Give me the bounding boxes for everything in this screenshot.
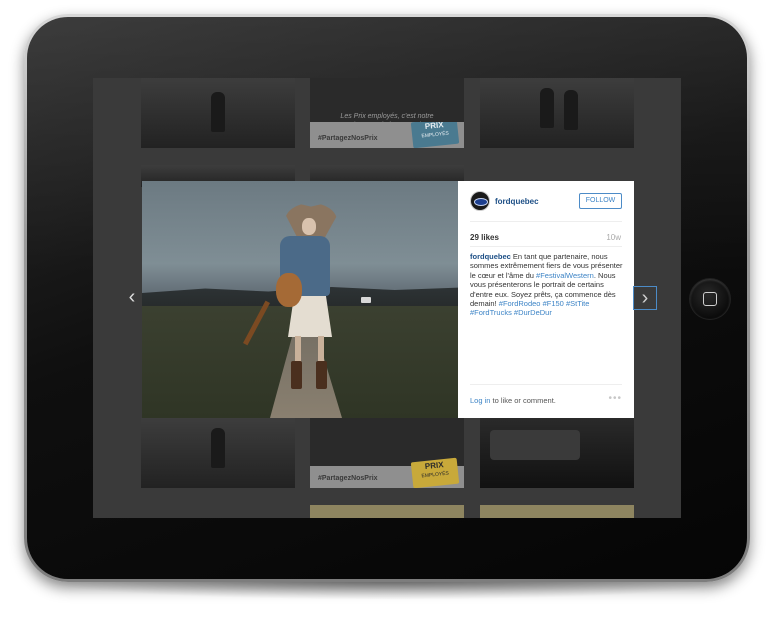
avatar[interactable] xyxy=(470,191,490,211)
prix-badge-label: PRIX xyxy=(424,460,444,471)
prix-badge-label: PRIX xyxy=(424,122,444,131)
home-square-icon xyxy=(703,292,717,306)
grid-tile[interactable] xyxy=(480,78,634,148)
prix-badge: PRIX EMPLOYÉS xyxy=(410,122,460,148)
grid-tile[interactable]: #PartagezNosPrix PRIX EMPLOYÉS xyxy=(310,418,464,488)
woman-face xyxy=(302,218,316,235)
figure-silhouette xyxy=(564,90,578,130)
tile-hashtag: #PartagezNosPrix xyxy=(318,475,378,482)
follow-button[interactable]: FOLLOW xyxy=(579,193,622,209)
hashtag-link[interactable]: #F150 xyxy=(543,299,564,308)
hashtag-link[interactable]: #DurDeDur xyxy=(514,308,552,317)
chevron-right-icon[interactable]: › xyxy=(633,286,657,310)
grid-tile[interactable] xyxy=(480,505,634,518)
hashtag-link[interactable]: #StTite xyxy=(566,299,589,308)
prix-badge-sub: EMPLOYÉS xyxy=(421,470,450,480)
photo-truck xyxy=(361,297,371,303)
post-caption: fordquebec En tant que partenaire, nous … xyxy=(470,252,624,318)
grid-tile[interactable] xyxy=(141,418,295,488)
hashtag-link[interactable]: #FordTrucks xyxy=(470,308,512,317)
post-username[interactable]: fordquebec xyxy=(495,197,539,206)
hashtag-link[interactable]: #FestivalWestern xyxy=(536,271,594,280)
figure-silhouette xyxy=(211,428,225,468)
truck-grille xyxy=(490,430,580,460)
prix-badge-sub: EMPLOYÉS xyxy=(421,130,450,140)
divider xyxy=(470,246,622,247)
tile-hashtag: #PartagezNosPrix xyxy=(318,135,378,142)
chevron-left-icon[interactable]: ‹ xyxy=(120,286,144,310)
guitar xyxy=(276,273,302,307)
cowboy-boot xyxy=(316,361,327,389)
grid-tile[interactable]: #PartagezNosPrix PRIX EMPLOYÉS xyxy=(310,122,464,148)
figure-silhouette xyxy=(540,88,554,128)
likes-count: 29 likes xyxy=(470,233,499,242)
more-dots-icon[interactable]: ••• xyxy=(608,394,622,404)
caption-username[interactable]: fordquebec xyxy=(470,252,511,261)
login-rest-text: to like or comment. xyxy=(490,396,556,405)
post-side-panel: fordquebec FOLLOW 29 likes 10w fordquebe… xyxy=(458,181,634,418)
hashtag-link[interactable]: #FordRodeo xyxy=(499,299,541,308)
grid-tile[interactable] xyxy=(141,78,295,148)
divider xyxy=(470,221,622,222)
login-link[interactable]: Log in xyxy=(470,396,490,405)
prix-badge: PRIX EMPLOYÉS xyxy=(410,457,460,488)
post-photo[interactable] xyxy=(142,181,458,418)
grid-tile[interactable] xyxy=(480,418,634,488)
login-prompt: Log in to like or comment. xyxy=(470,396,556,405)
divider xyxy=(470,384,622,385)
grid-tile[interactable] xyxy=(310,505,464,518)
figure-silhouette xyxy=(211,92,225,132)
post-time[interactable]: 10w xyxy=(606,233,621,242)
cowboy-boot xyxy=(291,361,302,389)
home-button[interactable] xyxy=(690,279,730,319)
